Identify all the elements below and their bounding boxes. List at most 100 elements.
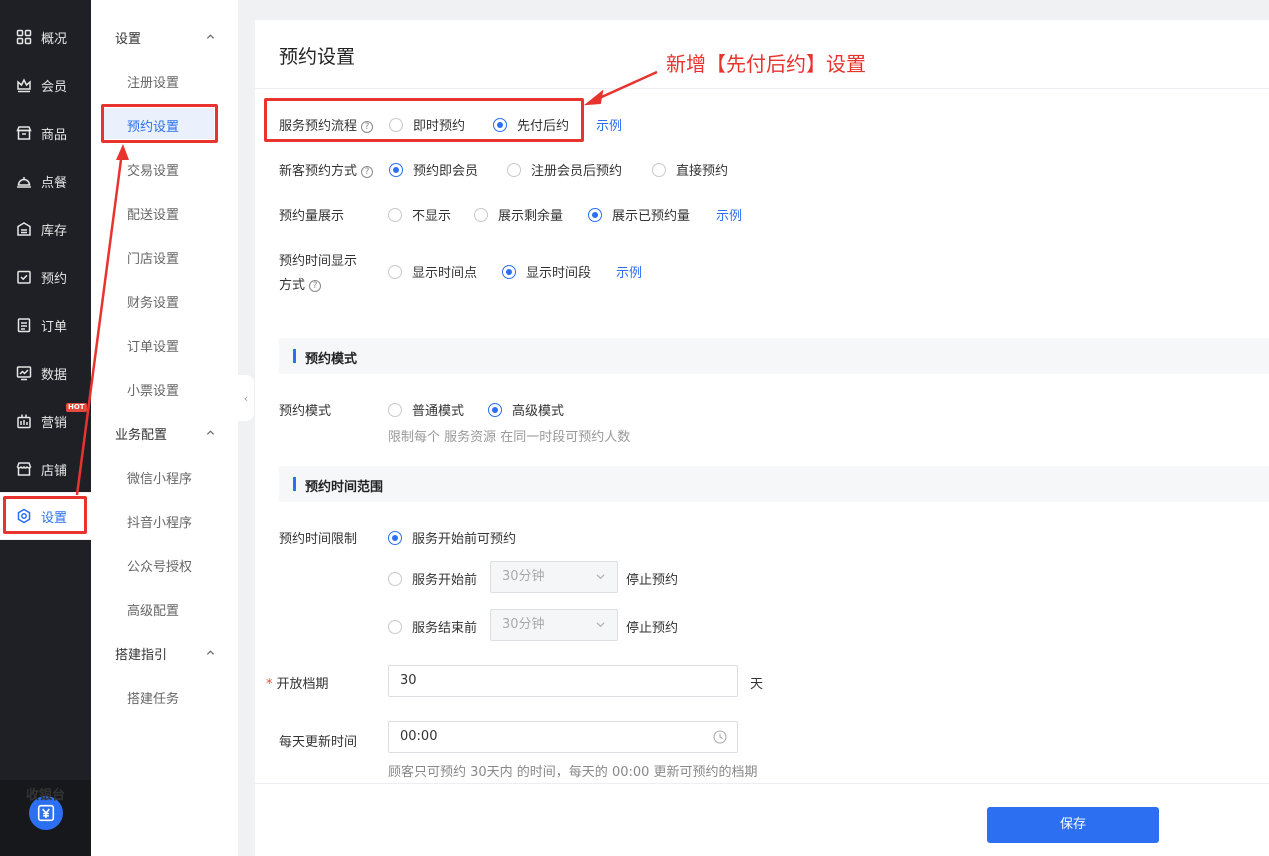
sidebar-item-finance[interactable]: 财务设置: [127, 292, 179, 311]
radio-dot: [474, 207, 488, 222]
chevron-down-icon: [596, 622, 605, 628]
nav-label: 数据: [41, 367, 68, 383]
new-customer-option-direct[interactable]: 直接预约: [652, 160, 728, 179]
nav-item-booking[interactable]: 预约: [0, 257, 91, 297]
sidebar-item-douyin-mini[interactable]: 抖音小程序: [127, 512, 192, 531]
limit-option-before-start[interactable]: 服务开始前可预约: [388, 528, 516, 547]
clipboard-icon: [16, 317, 32, 333]
limit-option-stop-before-end[interactable]: 服务结束前: [388, 617, 477, 636]
new-customer-option-member[interactable]: 预约即会员: [389, 160, 478, 179]
radio-dot: [488, 402, 502, 417]
sidebar-item-register[interactable]: 注册设置: [127, 72, 179, 91]
radio-dot: [388, 264, 402, 279]
chevron-up-icon[interactable]: [206, 32, 215, 41]
radio-dot: [389, 162, 403, 177]
nav-item-orders[interactable]: 订单: [0, 305, 91, 345]
volume-option-remaining[interactable]: 展示剩余量: [474, 205, 563, 224]
nav-item-overview[interactable]: 概况: [0, 17, 91, 57]
required-mark: *: [266, 677, 273, 692]
time-display-label-line2: 方式?: [279, 274, 322, 293]
radio-dot: [502, 264, 516, 279]
volume-option-hide[interactable]: 不显示: [388, 205, 451, 224]
divider: [255, 783, 1269, 784]
help-icon[interactable]: ?: [309, 279, 322, 292]
clock-icon: [713, 730, 727, 744]
divider: [255, 88, 1269, 89]
mode-option-advanced[interactable]: 高级模式: [488, 400, 564, 419]
radio-dot: [388, 530, 402, 545]
annotation-box-flow: [264, 98, 584, 142]
nav-label: 营销: [41, 415, 68, 431]
nav-label: 店铺: [41, 463, 68, 479]
collapse-sidebar-button[interactable]: ‹: [238, 375, 254, 421]
section-header-range: 预约时间范围: [279, 466, 1269, 502]
new-customer-label: 新客预约方式?: [279, 160, 374, 179]
stop-label: 停止预约: [626, 621, 679, 636]
annotation-box-nav: [3, 496, 87, 534]
annotation-text: 新增【先付后约】设置: [666, 52, 866, 76]
daily-update-time-input[interactable]: 00:00: [388, 721, 738, 753]
daily-update-hint: 顾客只可预约 30天内 的时间，每天的 00:00 更新可预约的档期: [388, 765, 758, 780]
nav-label: 商品: [41, 127, 68, 143]
nav-item-data[interactable]: 数据: [0, 353, 91, 393]
chevron-down-icon: [596, 574, 605, 580]
nav-item-ordering[interactable]: 点餐: [0, 161, 91, 201]
daily-update-label: 每天更新时间: [279, 735, 358, 750]
calendar-check-icon: [16, 269, 32, 285]
sidebar-group-settings[interactable]: 设置: [115, 28, 141, 47]
help-icon[interactable]: ?: [361, 165, 374, 178]
sidebar-item-receipt[interactable]: 小票设置: [127, 380, 179, 399]
flow-example-link[interactable]: 示例: [596, 115, 622, 134]
sidebar-item-build-task[interactable]: 搭建任务: [127, 688, 179, 707]
crown-icon: [16, 77, 32, 93]
time-display-option-range[interactable]: 显示时间段: [502, 262, 591, 281]
sidebar-item-wechat-mini[interactable]: 微信小程序: [127, 468, 192, 487]
chevron-up-icon[interactable]: [206, 428, 215, 437]
radio-dot: [388, 571, 402, 586]
hot-badge: HOT: [66, 403, 87, 412]
sidebar-item-delivery[interactable]: 配送设置: [127, 204, 179, 223]
sidebar-item-official-account[interactable]: 公众号授权: [127, 556, 192, 575]
main-panel: 预约设置 服务预约流程? 即时预约 先付后约 示例 新客预约方式? 预约即会员 …: [255, 20, 1269, 856]
sidebar-group-guide[interactable]: 搭建指引: [115, 644, 167, 663]
sidebar-item-store[interactable]: 门店设置: [127, 248, 179, 267]
nav-label: 点餐: [41, 175, 68, 191]
open-period-label: * 开放档期: [266, 677, 329, 692]
cloche-icon: [16, 173, 32, 189]
sidebar-item-order[interactable]: 订单设置: [127, 336, 179, 355]
radio-dot: [388, 402, 402, 417]
nav-item-shop[interactable]: 店铺: [0, 449, 91, 489]
stop-before-start-select[interactable]: 30分钟: [490, 561, 618, 593]
radio-dot: [652, 162, 666, 177]
sidebar-item-advanced[interactable]: 高级配置: [127, 600, 179, 619]
radio-dot: [588, 207, 602, 222]
nav-item-goods[interactable]: 商品: [0, 113, 91, 153]
time-display-option-point[interactable]: 显示时间点: [388, 262, 477, 281]
cashier-label: 收银台: [25, 788, 65, 803]
time-display-example-link[interactable]: 示例: [616, 262, 642, 281]
limit-label: 预约时间限制: [279, 532, 358, 547]
volume-option-booked[interactable]: 展示已预约量: [588, 205, 690, 224]
sidebar-group-business[interactable]: 业务配置: [115, 424, 167, 443]
volume-example-link[interactable]: 示例: [716, 205, 742, 224]
nav-item-marketing[interactable]: 营销 HOT: [0, 401, 91, 441]
stop-before-end-select[interactable]: 30分钟: [490, 609, 618, 641]
main-nav: 概况 会员 商品 点餐 库存 预约 订单 数据 营销 HOT 店铺 设置 收银台: [0, 0, 91, 856]
save-button[interactable]: 保存: [987, 807, 1159, 843]
nav-item-inventory[interactable]: 库存: [0, 209, 91, 249]
nav-label: 预约: [41, 271, 68, 287]
cashier-button[interactable]: 收银台: [0, 780, 91, 856]
chevron-left-icon: ‹: [243, 391, 249, 405]
annotation-box-sidebar: [101, 104, 218, 143]
new-customer-option-register[interactable]: 注册会员后预约: [507, 160, 622, 179]
open-period-unit: 天: [750, 677, 764, 692]
warehouse-icon: [16, 221, 32, 237]
nav-item-member[interactable]: 会员: [0, 65, 91, 105]
sidebar-item-trade[interactable]: 交易设置: [127, 160, 179, 179]
chevron-up-icon[interactable]: [206, 648, 215, 657]
marketing-icon: [16, 413, 32, 429]
mode-option-normal[interactable]: 普通模式: [388, 400, 464, 419]
limit-option-stop-before-start[interactable]: 服务开始前: [388, 569, 477, 588]
section-header-mode: 预约模式: [279, 338, 1269, 374]
open-period-input[interactable]: 30: [388, 665, 738, 697]
